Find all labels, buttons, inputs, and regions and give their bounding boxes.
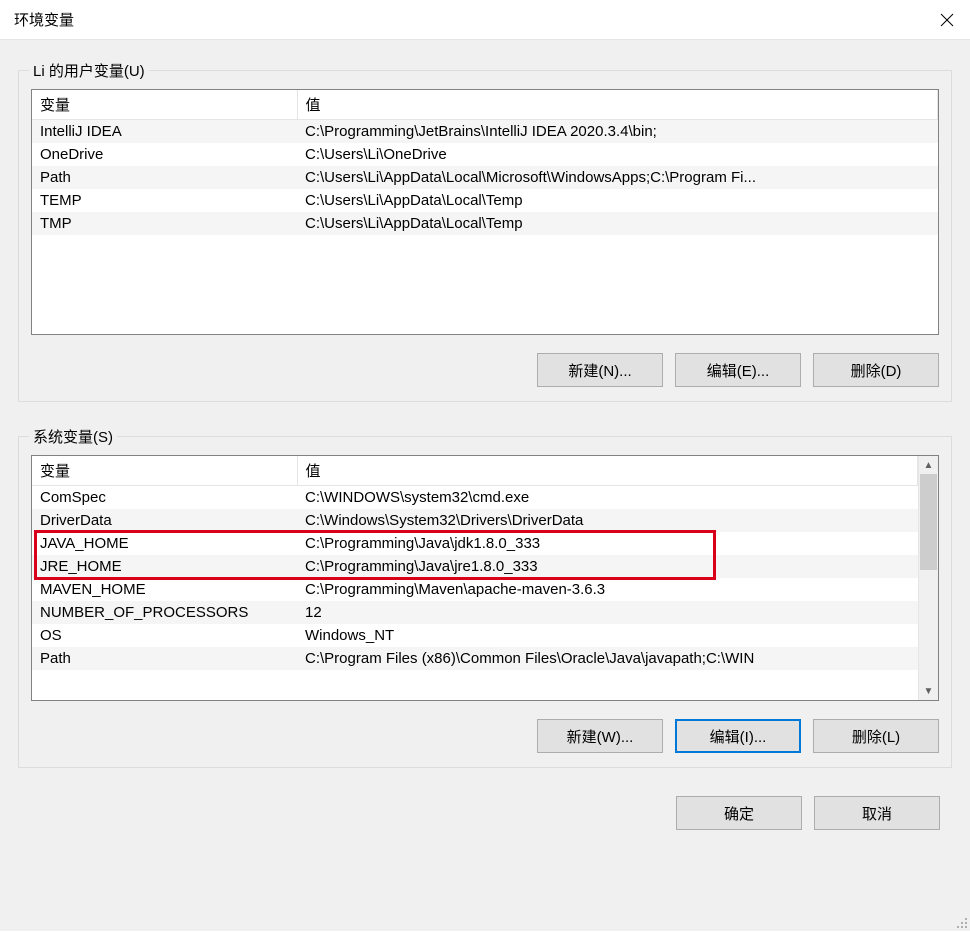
- var-name-cell: Path: [32, 647, 297, 670]
- dialog-footer: 确定 取消: [18, 796, 952, 830]
- table-row[interactable]: IntelliJ IDEAC:\Programming\JetBrains\In…: [32, 120, 938, 144]
- var-name-cell: OneDrive: [32, 143, 297, 166]
- table-row[interactable]: TMPC:\Users\Li\AppData\Local\Temp: [32, 212, 938, 235]
- user-col-name[interactable]: 变量: [32, 90, 297, 120]
- table-row[interactable]: NUMBER_OF_PROCESSORS12: [32, 601, 918, 624]
- var-value-cell: C:\Users\Li\AppData\Local\Temp: [297, 189, 938, 212]
- table-row[interactable]: PathC:\Users\Li\AppData\Local\Microsoft\…: [32, 166, 938, 189]
- user-vars-table-container: 变量 值 IntelliJ IDEAC:\Programming\JetBrai…: [31, 89, 939, 335]
- var-name-cell: IntelliJ IDEA: [32, 120, 297, 144]
- var-value-cell: 12: [297, 601, 918, 624]
- env-vars-dialog: 环境变量 Li 的用户变量(U) 变量 值: [0, 0, 970, 931]
- scrollbar-up-icon[interactable]: ▲: [919, 456, 938, 474]
- table-row[interactable]: OSWindows_NT: [32, 624, 918, 647]
- system-vars-table-container: 变量 值 ComSpecC:\WINDOWS\system32\cmd.exeD…: [31, 455, 939, 701]
- system-new-button[interactable]: 新建(W)...: [537, 719, 663, 753]
- user-edit-button[interactable]: 编辑(E)...: [675, 353, 801, 387]
- user-delete-button[interactable]: 删除(D): [813, 353, 939, 387]
- var-name-cell: OS: [32, 624, 297, 647]
- table-row[interactable]: PathC:\Program Files (x86)\Common Files\…: [32, 647, 918, 670]
- var-value-cell: C:\Windows\System32\Drivers\DriverData: [297, 509, 918, 532]
- system-edit-button[interactable]: 编辑(I)...: [675, 719, 801, 753]
- table-row[interactable]: MAVEN_HOMEC:\Programming\Maven\apache-ma…: [32, 578, 918, 601]
- var-value-cell: C:\Programming\JetBrains\IntelliJ IDEA 2…: [297, 120, 938, 144]
- dialog-content: Li 的用户变量(U) 变量 值 IntelliJ IDEAC:\Program…: [0, 40, 970, 931]
- system-vars-buttons: 新建(W)... 编辑(I)... 删除(L): [31, 719, 939, 753]
- system-scrollbar[interactable]: ▲ ▼: [918, 456, 938, 700]
- var-name-cell: JAVA_HOME: [32, 532, 297, 555]
- sys-col-value[interactable]: 值: [297, 456, 918, 486]
- user-col-value[interactable]: 值: [297, 90, 938, 120]
- var-value-cell: C:\Programming\Java\jre1.8.0_333: [297, 555, 918, 578]
- titlebar: 环境变量: [0, 0, 970, 40]
- user-vars-label: Li 的用户变量(U): [29, 60, 149, 81]
- table-row[interactable]: OneDriveC:\Users\Li\OneDrive: [32, 143, 938, 166]
- var-name-cell: TMP: [32, 212, 297, 235]
- system-delete-button[interactable]: 删除(L): [813, 719, 939, 753]
- var-value-cell: C:\Users\Li\AppData\Local\Temp: [297, 212, 938, 235]
- var-name-cell: TEMP: [32, 189, 297, 212]
- scrollbar-down-icon[interactable]: ▼: [919, 682, 938, 700]
- var-value-cell: C:\Users\Li\AppData\Local\Microsoft\Wind…: [297, 166, 938, 189]
- system-vars-label: 系统变量(S): [29, 426, 117, 447]
- var-name-cell: ComSpec: [32, 486, 297, 510]
- window-title: 环境变量: [14, 9, 924, 30]
- ok-button[interactable]: 确定: [676, 796, 802, 830]
- var-value-cell: C:\Users\Li\OneDrive: [297, 143, 938, 166]
- var-name-cell: NUMBER_OF_PROCESSORS: [32, 601, 297, 624]
- var-value-cell: C:\Program Files (x86)\Common Files\Orac…: [297, 647, 918, 670]
- var-value-cell: C:\Programming\Java\jdk1.8.0_333: [297, 532, 918, 555]
- resize-grip-icon: [954, 915, 968, 929]
- scrollbar-thumb[interactable]: [920, 474, 937, 570]
- system-vars-table[interactable]: 变量 值 ComSpecC:\WINDOWS\system32\cmd.exeD…: [32, 456, 918, 670]
- table-row[interactable]: JAVA_HOMEC:\Programming\Java\jdk1.8.0_33…: [32, 532, 918, 555]
- var-name-cell: Path: [32, 166, 297, 189]
- var-value-cell: C:\Programming\Maven\apache-maven-3.6.3: [297, 578, 918, 601]
- var-name-cell: JRE_HOME: [32, 555, 297, 578]
- user-new-button[interactable]: 新建(N)...: [537, 353, 663, 387]
- var-value-cell: C:\WINDOWS\system32\cmd.exe: [297, 486, 918, 510]
- cancel-button[interactable]: 取消: [814, 796, 940, 830]
- system-vars-group: 系统变量(S) 变量 值 ComSpecC:\WINDOWS\system32\…: [18, 436, 952, 768]
- close-button[interactable]: [924, 0, 970, 40]
- var-value-cell: Windows_NT: [297, 624, 918, 647]
- resize-grip[interactable]: [954, 915, 968, 929]
- user-vars-group: Li 的用户变量(U) 变量 值 IntelliJ IDEAC:\Program…: [18, 70, 952, 402]
- close-icon: [940, 13, 954, 27]
- user-vars-buttons: 新建(N)... 编辑(E)... 删除(D): [31, 353, 939, 387]
- table-row[interactable]: ComSpecC:\WINDOWS\system32\cmd.exe: [32, 486, 918, 510]
- table-row[interactable]: TEMPC:\Users\Li\AppData\Local\Temp: [32, 189, 938, 212]
- var-name-cell: DriverData: [32, 509, 297, 532]
- var-name-cell: MAVEN_HOME: [32, 578, 297, 601]
- sys-col-name[interactable]: 变量: [32, 456, 297, 486]
- table-row[interactable]: DriverDataC:\Windows\System32\Drivers\Dr…: [32, 509, 918, 532]
- table-row[interactable]: JRE_HOMEC:\Programming\Java\jre1.8.0_333: [32, 555, 918, 578]
- user-vars-table[interactable]: 变量 值 IntelliJ IDEAC:\Programming\JetBrai…: [32, 90, 938, 235]
